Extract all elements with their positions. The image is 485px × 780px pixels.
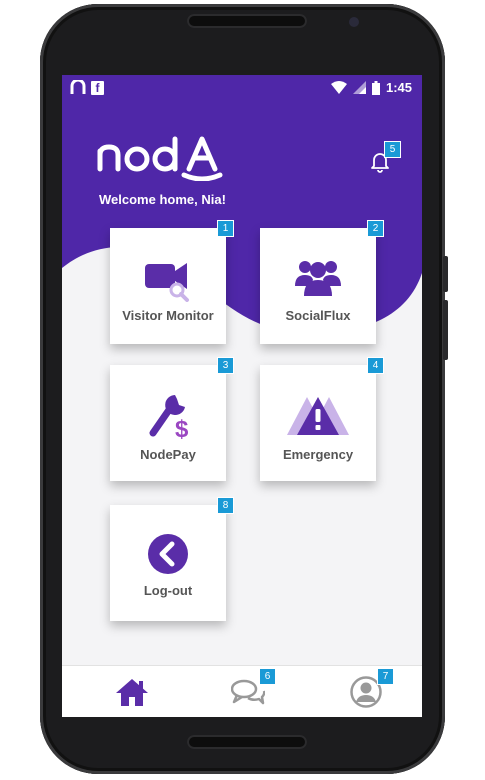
top-speaker <box>187 14 307 28</box>
notification-count-badge: 5 <box>384 141 401 158</box>
back-chevron-circle-icon <box>148 534 188 574</box>
noda-app-icon <box>70 80 86 94</box>
chat-count-badge: 6 <box>259 668 276 685</box>
wifi-icon <box>330 81 347 94</box>
welcome-message: Welcome home, Nia! <box>99 192 226 207</box>
tile-label: SocialFlux <box>285 308 351 323</box>
tile-badge: 8 <box>217 497 234 514</box>
svg-text:$: $ <box>175 416 189 441</box>
profile-count-badge: 7 <box>377 668 394 685</box>
tile-nodepay[interactable]: $ NodePay 3 <box>110 357 234 481</box>
tile-label: Log-out <box>143 583 193 598</box>
tile-badge: 1 <box>217 220 234 237</box>
status-time: 1:45 <box>385 80 412 95</box>
tile-badge: 4 <box>367 357 384 374</box>
front-camera <box>349 17 359 27</box>
signal-icon <box>352 81 366 94</box>
nav-home[interactable] <box>112 674 152 710</box>
nav-profile[interactable]: 7 <box>346 668 394 710</box>
tile-socialflux[interactable]: SocialFlux 2 <box>260 220 384 344</box>
bottom-navigation: 6 7 <box>62 665 422 717</box>
nav-chat[interactable]: 6 <box>228 668 276 710</box>
video-camera-search-icon <box>145 263 189 302</box>
status-bar: f 1:45 <box>62 75 422 103</box>
tile-label: Visitor Monitor <box>122 308 214 323</box>
facebook-icon: f <box>91 80 104 95</box>
noda-logo <box>96 133 226 186</box>
group-people-icon <box>295 261 341 296</box>
tile-emergency[interactable]: Emergency 4 <box>260 357 384 481</box>
home-icon <box>116 679 148 706</box>
volume-button <box>443 300 448 360</box>
warning-triangle-icon <box>287 397 349 435</box>
app-screen: f 1:45 Welcome home, Nia! 5 Visitor Moni… <box>62 75 422 717</box>
battery-icon <box>371 80 380 95</box>
wrench-dollar-icon: $ <box>149 395 189 441</box>
tile-label: NodePay <box>140 447 196 462</box>
tile-logout[interactable]: Log-out 8 <box>110 497 234 621</box>
power-button <box>443 256 448 292</box>
noda-logo-mark <box>97 136 223 182</box>
tile-badge: 2 <box>367 220 384 237</box>
tile-visitor-monitor[interactable]: Visitor Monitor 1 <box>110 220 234 344</box>
tile-badge: 3 <box>217 357 234 374</box>
bottom-speaker <box>187 735 307 749</box>
notifications-button[interactable]: 5 <box>368 141 401 178</box>
tile-label: Emergency <box>282 447 354 462</box>
